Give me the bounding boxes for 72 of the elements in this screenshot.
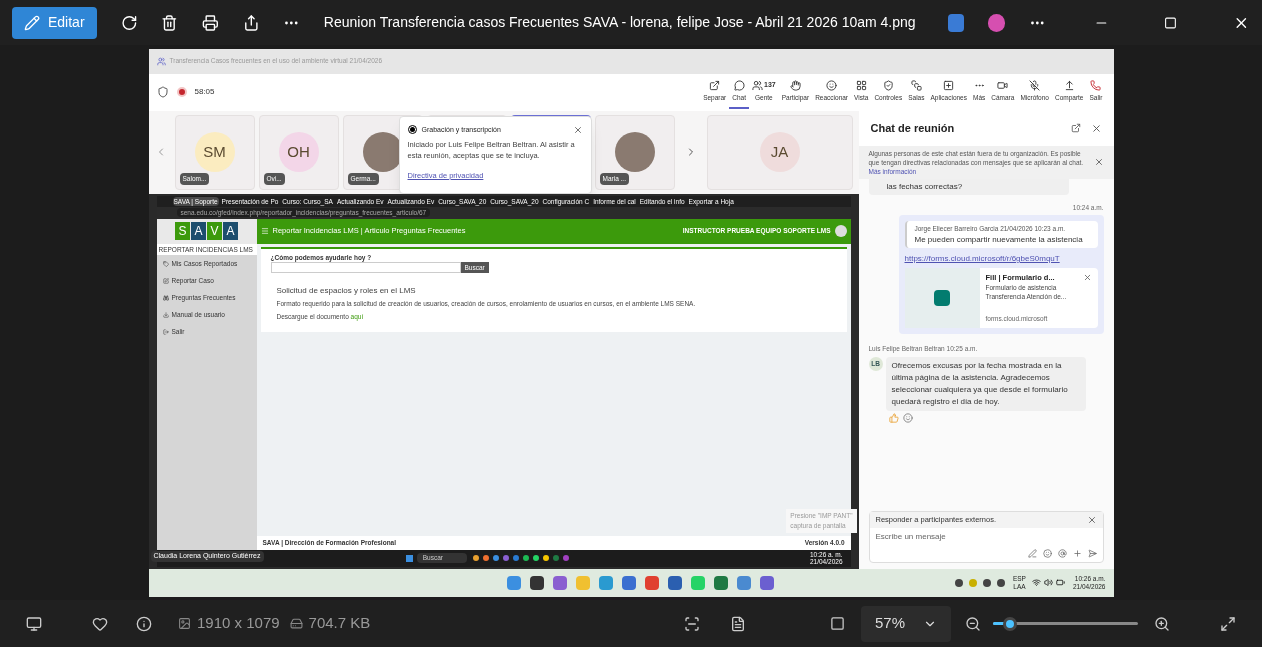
text-scan-icon[interactable] — [730, 615, 747, 632]
chat-icon — [733, 79, 745, 91]
info-icon[interactable] — [136, 615, 152, 632]
quote-text: Me pueden compartir nuevamente la asistencia — [914, 234, 1084, 245]
avatar-initials: OH — [278, 132, 319, 172]
image-dimensions: 1910 x 1079 — [197, 613, 280, 634]
send-icon[interactable] — [1087, 549, 1097, 558]
smiley-icon — [826, 79, 838, 91]
site-logo: S A V A — [156, 218, 257, 244]
wifi-icon[interactable] — [1031, 578, 1041, 587]
dimensions-icon — [178, 617, 191, 630]
form-link[interactable]: https://forms.cloud.microsoft/r/6gbeS0mquT — [904, 253, 1098, 265]
avatar-photo-placeholder — [614, 132, 655, 172]
mic-off-icon — [1029, 79, 1041, 91]
download-icon — [162, 311, 169, 318]
battery-icon[interactable] — [1055, 578, 1065, 587]
loop-icon[interactable] — [1057, 549, 1067, 558]
shield-icon — [156, 86, 169, 98]
tray-icons-drawing — [954, 578, 1005, 587]
popout-icon[interactable] — [1070, 123, 1081, 133]
edit-button[interactable]: Editar — [12, 6, 97, 39]
edit-icon — [162, 277, 169, 284]
hand-icon — [789, 79, 801, 91]
emoji-icon[interactable] — [1042, 549, 1052, 558]
add-app-icon — [943, 79, 955, 91]
camera-icon — [997, 79, 1009, 91]
app-icon[interactable] — [947, 13, 965, 32]
participant-tile[interactable]: JA — [706, 114, 853, 190]
filmstrip-icon[interactable] — [26, 615, 42, 632]
exit-icon — [162, 328, 169, 335]
phone-icon — [1090, 79, 1102, 91]
article-title: Solicitud de espacios y roles en el LMS — [276, 285, 417, 298]
zoom-slider[interactable] — [993, 616, 1138, 631]
fit-icon[interactable] — [830, 616, 845, 631]
add-icon[interactable] — [1072, 549, 1082, 558]
thumbs-up-icon[interactable] — [888, 412, 899, 423]
message-bubble: Ofrecemos excusas por la fecha mostrada en la última página de la asistencia. Agradecemos seleccionar cualquiera ya que desde el formulario quedará registro el día de hoy. — [885, 356, 1086, 411]
zoom-in-icon[interactable] — [1154, 615, 1170, 632]
fullscreen-icon[interactable] — [1220, 615, 1236, 632]
start-icon[interactable] — [405, 554, 413, 562]
delete-icon[interactable] — [161, 13, 178, 32]
pencil-icon — [24, 14, 40, 31]
people-icon — [752, 79, 763, 91]
maximize-icon[interactable] — [1164, 15, 1178, 30]
window-title: Reunion Transferencia casos Frecuentes SAVA - lorena, felipe Jose - Abril 21 2026 10am 4.png — [323, 13, 916, 32]
favorite-icon[interactable] — [92, 615, 108, 632]
rotate-icon[interactable] — [120, 13, 138, 32]
grid-icon — [855, 79, 867, 91]
teams-logo-icon — [156, 56, 166, 66]
visual-search-icon[interactable] — [684, 615, 701, 632]
zoom-dropdown[interactable]: 57% — [861, 605, 951, 642]
file-size: 704.7 KB — [308, 613, 371, 634]
tag-icon — [162, 260, 169, 267]
shield-icon — [882, 79, 894, 91]
avatar-initials: JA — [759, 132, 800, 172]
print-icon[interactable] — [201, 13, 219, 32]
avatar-initials: SM — [194, 132, 235, 172]
zoom-out-icon[interactable] — [965, 615, 981, 632]
chat-title: Chat de reunión — [870, 120, 955, 136]
pop-out-icon — [709, 79, 721, 91]
app-icon[interactable] — [988, 13, 1005, 32]
share-icon — [1063, 79, 1075, 91]
search-field[interactable] — [270, 262, 461, 274]
meeting-timer: 58:05 — [194, 86, 215, 98]
rooms-icon — [910, 79, 922, 91]
file-size-icon — [289, 617, 303, 630]
slider-thumb[interactable] — [1003, 616, 1018, 631]
user-avatar-icon[interactable] — [834, 225, 847, 237]
volume-icon[interactable] — [1043, 578, 1053, 587]
share-icon[interactable] — [242, 13, 260, 32]
forms-logo-icon — [934, 290, 950, 306]
binoculars-icon — [162, 294, 169, 301]
